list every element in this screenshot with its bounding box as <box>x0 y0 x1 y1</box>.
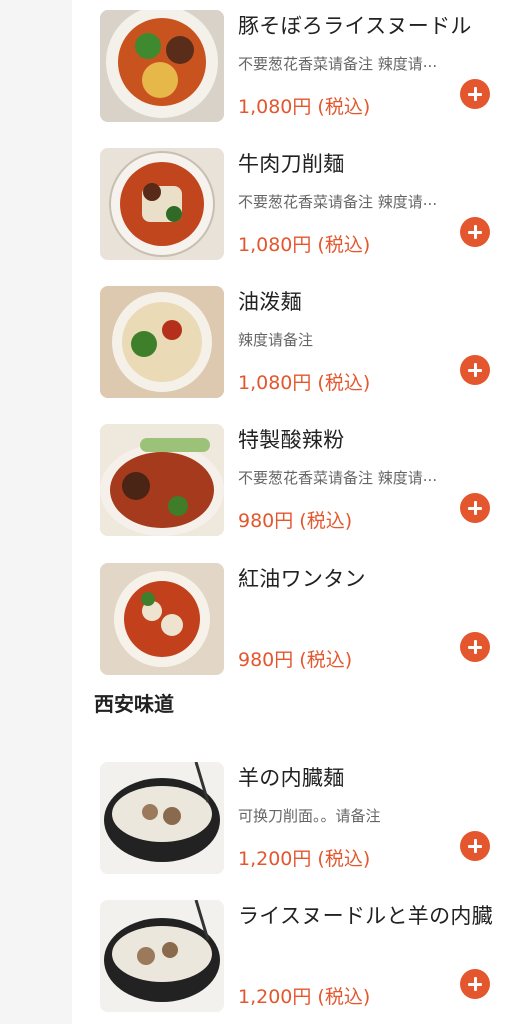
item-name: 紅油ワンタン <box>238 567 366 591</box>
item-description: 不要葱花香菜请备注 辣度请 <box>238 53 488 77</box>
add-to-cart-button[interactable] <box>460 79 490 109</box>
add-to-cart-button[interactable] <box>460 632 490 662</box>
item-description <box>238 606 488 630</box>
item-description: 辣度请备注 <box>238 331 314 349</box>
item-price: 1,080円 (税込) <box>238 96 371 118</box>
item-price: 1,080円 (税込) <box>238 234 371 256</box>
section-title: 西安味道 <box>94 692 174 716</box>
item-price: 980円 (税込) <box>238 649 353 671</box>
item-name: 牛肉刀削麺 <box>238 152 345 176</box>
wonton-bowl-image <box>100 563 224 675</box>
lamb-offal-rice-noodle-image <box>100 900 224 1012</box>
menu-list: 豚そぼろライスヌードル 不要葱花香菜请备注 辣度请 1,080円 (税込) 牛肉… <box>72 0 525 1024</box>
item-name: 油泼麺 <box>238 290 302 314</box>
item-name: 羊の内臓麺 <box>238 766 345 790</box>
menu-item[interactable]: 牛肉刀削麺 不要葱花香菜请备注 辣度请 1,080円 (税込) <box>72 148 525 260</box>
menu-item[interactable]: ライスヌードルと羊の内臓 1,200円 (税込) <box>72 900 525 1012</box>
menu-item[interactable]: 豚そぼろライスヌードル 不要葱花香菜请备注 辣度请 1,080円 (税込) <box>72 10 525 122</box>
item-name: ライスヌードルと羊の内臓 <box>238 904 493 928</box>
add-to-cart-button[interactable] <box>460 969 490 999</box>
add-to-cart-button[interactable] <box>460 831 490 861</box>
beef-noodle-bowl-image <box>100 148 224 260</box>
item-price: 980円 (税込) <box>238 510 353 532</box>
oil-noodle-bowl-image <box>100 286 224 398</box>
menu-item[interactable]: 紅油ワンタン 980円 (税込) <box>72 563 525 675</box>
menu-item[interactable]: 特製酸辣粉 不要葱花香菜请备注 辣度请 980円 (税込) <box>72 424 525 536</box>
lamb-offal-noodle-image <box>100 762 224 874</box>
menu-item[interactable]: 羊の内臓麺 可换刀削面。。请备注 1,200円 (税込) <box>72 762 525 874</box>
add-to-cart-button[interactable] <box>460 217 490 247</box>
add-to-cart-button[interactable] <box>460 493 490 523</box>
item-description: 可换刀削面。。请备注 <box>238 807 381 825</box>
item-price: 1,080円 (税込) <box>238 372 371 394</box>
item-price: 1,200円 (税込) <box>238 986 371 1008</box>
item-description: 不要葱花香菜请备注 辣度请 <box>238 467 488 491</box>
add-to-cart-button[interactable] <box>460 355 490 385</box>
noodle-bowl-chickpea-image <box>100 10 224 122</box>
item-name: 豚そぼろライスヌードル <box>238 14 472 38</box>
item-description <box>238 943 488 967</box>
item-name: 特製酸辣粉 <box>238 428 345 452</box>
item-description: 不要葱花香菜请备注 辣度请 <box>238 191 488 215</box>
menu-item[interactable]: 油泼麺 辣度请备注 1,080円 (税込) <box>72 286 525 398</box>
item-price: 1,200円 (税込) <box>238 848 371 870</box>
hot-sour-noodle-image <box>100 424 224 536</box>
category-rail <box>0 0 72 1024</box>
